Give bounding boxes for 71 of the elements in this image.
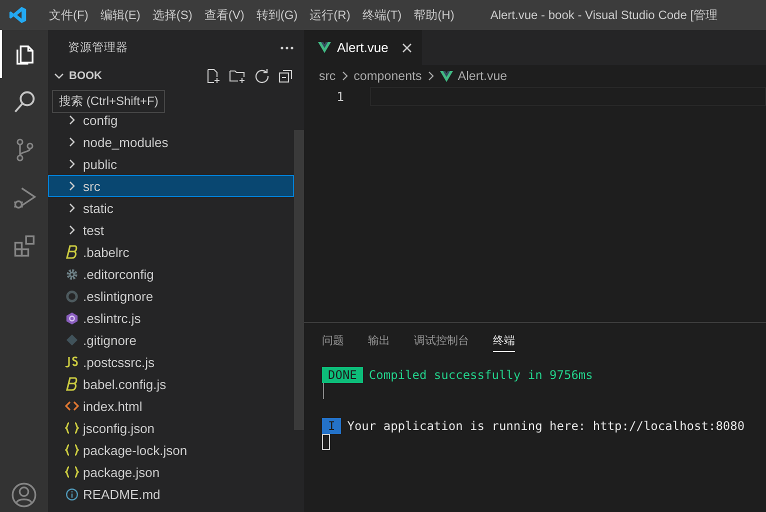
menu-item[interactable]: 编辑(E) [94, 6, 146, 24]
scrollbar[interactable] [294, 130, 304, 430]
more-actions-icon[interactable] [280, 46, 294, 50]
tree-item[interactable]: .gitignore [48, 329, 294, 351]
info-icon [65, 488, 79, 500]
tree-item[interactable]: README.md [48, 483, 294, 505]
menu-item[interactable]: 终端(T) [356, 6, 408, 24]
tree-item[interactable]: node_modules [48, 131, 294, 153]
tree-item[interactable]: .editorconfig [48, 263, 294, 285]
window-title: Alert.vue - book - Visual Studio Code [管理 [490, 6, 718, 24]
editor-tab[interactable]: Alert.vue [304, 30, 422, 65]
tree-item[interactable]: .eslintrc.js [48, 307, 294, 329]
tree-item[interactable]: static [48, 197, 294, 219]
terminal-cursor [322, 434, 330, 450]
app-logo-icon [9, 6, 27, 24]
breadcrumb-item[interactable]: components [354, 69, 422, 83]
html-file-icon [65, 400, 79, 412]
tree-item[interactable]: test [48, 219, 294, 241]
tree-item[interactable]: jsconfig.json [48, 417, 294, 439]
new-file-icon[interactable] [205, 68, 221, 84]
breadcrumb-item[interactable]: Alert.vue [458, 69, 508, 83]
json-file-icon [65, 466, 79, 478]
gear-icon [65, 268, 79, 280]
refresh-icon[interactable] [254, 68, 270, 84]
sidebar-title: 资源管理器 [68, 40, 128, 55]
tree-item[interactable]: package-lock.json [48, 439, 294, 461]
panel-tab[interactable]: 输出 [368, 330, 390, 352]
breadcrumb-item[interactable]: src [319, 69, 336, 83]
tree-item[interactable]: .babelrc [48, 241, 294, 263]
chevron-icon [340, 71, 349, 81]
close-icon[interactable] [402, 42, 412, 52]
tree-item[interactable]: index.html [48, 395, 294, 417]
panel-tab[interactable]: 问题 [322, 330, 344, 352]
new-folder-icon[interactable] [229, 68, 246, 84]
menu-item[interactable]: 转到(G) [250, 6, 304, 24]
tree-item[interactable]: package.json [48, 461, 294, 483]
terminal-text: Compiled successfully in 9756ms [368, 368, 593, 382]
tree-item[interactable]: .eslintignore [48, 285, 294, 307]
menu-item[interactable]: 选择(S) [146, 6, 198, 24]
terminal-text: Your application is running here: http://localhost:8080 [347, 418, 745, 432]
letter-b-icon [65, 245, 79, 259]
run-debug-icon [12, 185, 38, 211]
hexagon-icon [65, 312, 79, 324]
menu-item[interactable]: 查看(V) [198, 6, 250, 24]
letter-b-icon [65, 377, 79, 391]
panel-tab[interactable]: 终端 [493, 330, 515, 352]
chevron-icon[interactable] [54, 71, 64, 81]
ring-icon [65, 290, 79, 302]
collapse-all-icon[interactable] [278, 68, 294, 84]
json-file-icon [65, 422, 79, 434]
terminal-mark [323, 383, 324, 399]
folder-section-title[interactable]: BOOK [69, 70, 102, 82]
vue-file-icon [318, 42, 331, 53]
terminal-badge: I [322, 418, 342, 434]
line-number: 1 [335, 89, 344, 104]
tree-item[interactable]: babel.config.js [48, 373, 294, 395]
js-file-icon [65, 356, 79, 368]
terminal-badge: DONE [322, 366, 363, 382]
tree-item[interactable]: public [48, 153, 294, 175]
panel-tab[interactable]: 调试控制台 [414, 330, 469, 352]
menu-item[interactable]: 运行(R) [304, 6, 356, 24]
menu-item[interactable]: 帮助(H) [408, 6, 460, 24]
account-icon[interactable] [11, 482, 37, 508]
tree-item[interactable]: src [48, 175, 294, 197]
menu-item[interactable]: 文件(F) [43, 6, 94, 24]
tree-item[interactable]: .postcssrc.js [48, 351, 294, 373]
json-file-icon [65, 444, 79, 456]
diamond-icon [65, 334, 79, 346]
chevron-icon [426, 71, 435, 81]
vue-file-icon [440, 70, 453, 82]
tooltip: 搜索 (Ctrl+Shift+F) [52, 90, 166, 113]
